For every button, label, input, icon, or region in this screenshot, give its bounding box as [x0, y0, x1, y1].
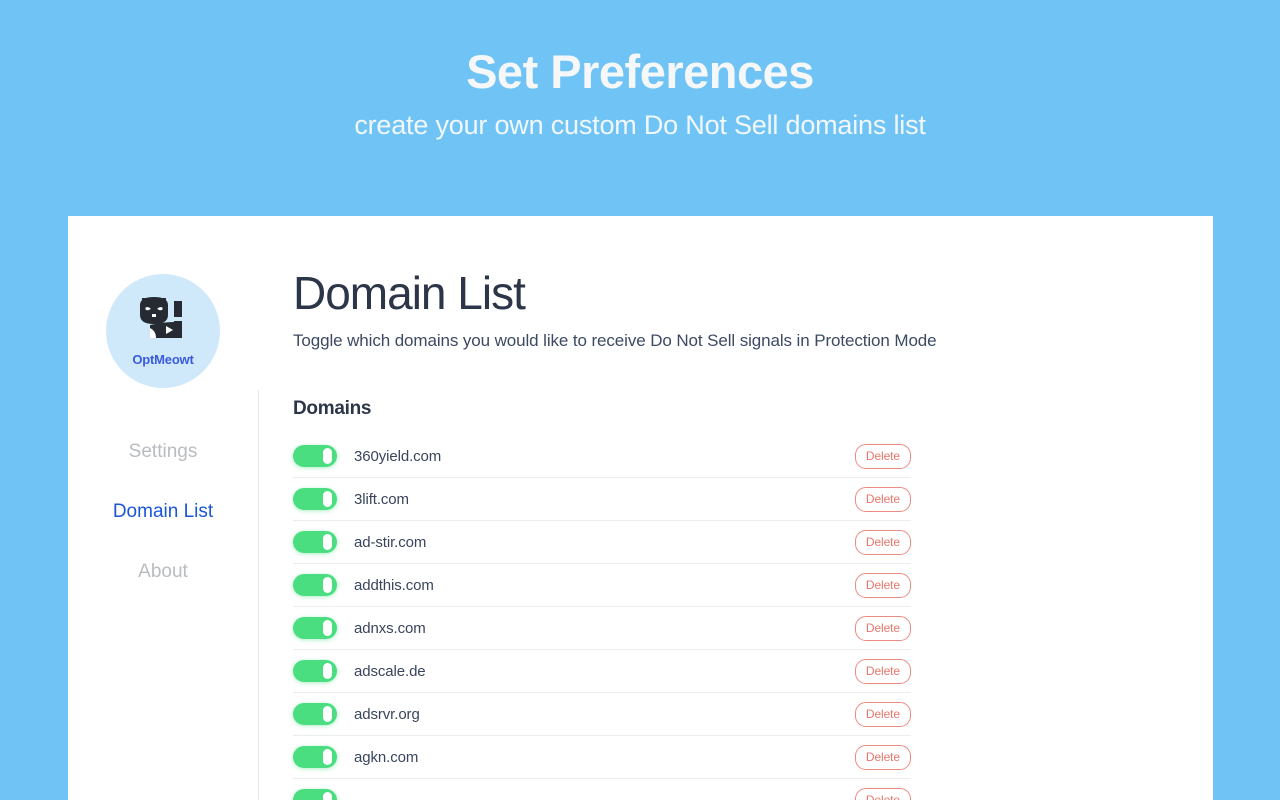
- toggle-knob: [323, 620, 332, 637]
- settings-card: OptMeowt Settings Domain List About Doma…: [68, 216, 1213, 800]
- logo: OptMeowt: [106, 274, 220, 388]
- delete-domain-button[interactable]: Delete: [854, 615, 911, 641]
- toggle-knob: [323, 663, 332, 680]
- domain-name: adscale.de: [354, 662, 426, 680]
- toggle-knob: [323, 491, 332, 508]
- domain-name: adsrvr.org: [354, 705, 420, 723]
- sidebar-divider: [258, 390, 259, 800]
- page-title: Domain List: [293, 267, 526, 319]
- domain-toggle[interactable]: [293, 703, 337, 726]
- toggle-knob: [323, 706, 332, 723]
- domain-list: 360yield.com Delete 3lift.com Delete ad-stir…: [293, 435, 911, 800]
- sidebar-item-about[interactable]: About: [68, 552, 258, 591]
- domain-row: addthis.com Delete: [293, 564, 911, 608]
- domain-row: ad-stir.com Delete: [293, 521, 911, 565]
- domain-name: agkn.com: [354, 748, 419, 766]
- domain-row: 360yield.com Delete: [293, 435, 911, 479]
- domains-section-title: Domains: [293, 398, 372, 420]
- domain-row: 3lift.com Delete: [293, 478, 911, 522]
- sidebar-item-domain-list[interactable]: Domain List: [68, 492, 258, 531]
- toggle-knob: [323, 792, 332, 800]
- domain-name: 360yield.com: [354, 447, 442, 465]
- delete-domain-button[interactable]: Delete: [854, 658, 911, 684]
- delete-domain-button[interactable]: Delete: [854, 443, 911, 469]
- domain-name: ad-stir.com: [354, 533, 427, 551]
- domain-name: 3lift.com: [354, 490, 409, 508]
- domain-toggle[interactable]: [293, 660, 337, 683]
- delete-domain-button[interactable]: Delete: [854, 744, 911, 770]
- delete-domain-button[interactable]: Delete: [854, 572, 911, 598]
- cat-logo-icon: [136, 295, 190, 350]
- toggle-knob: [323, 749, 332, 766]
- domain-toggle[interactable]: [293, 574, 337, 597]
- toggle-knob: [323, 534, 332, 551]
- domain-toggle[interactable]: [293, 531, 337, 554]
- logo-wordmark: OptMeowt: [132, 352, 194, 367]
- domain-toggle[interactable]: [293, 746, 337, 769]
- domain-toggle[interactable]: [293, 617, 337, 640]
- banner-title: Set Preferences: [466, 45, 814, 98]
- sidebar-nav: Settings Domain List About: [68, 432, 258, 591]
- toggle-knob: [323, 577, 332, 594]
- domain-row: adsrvr.org Delete: [293, 693, 911, 737]
- delete-domain-button[interactable]: Delete: [854, 787, 911, 800]
- delete-domain-button[interactable]: Delete: [854, 701, 911, 727]
- page-subtitle: Toggle which domains you would like to r…: [293, 331, 937, 351]
- sidebar: OptMeowt Settings Domain List About: [68, 216, 259, 800]
- domain-toggle[interactable]: [293, 789, 337, 800]
- main-content: Domain List Toggle which domains you wou…: [258, 216, 1213, 800]
- domain-toggle[interactable]: [293, 488, 337, 511]
- domain-row: Delete: [293, 779, 911, 800]
- domain-row: adnxs.com Delete: [293, 607, 911, 651]
- page-banner: Set Preferences create your own custom D…: [0, 0, 1280, 141]
- domain-row: adscale.de Delete: [293, 650, 911, 694]
- toggle-knob: [323, 448, 332, 465]
- delete-domain-button[interactable]: Delete: [854, 529, 911, 555]
- domain-toggle[interactable]: [293, 445, 337, 468]
- domain-name: addthis.com: [354, 576, 434, 594]
- banner-subtitle: create your own custom Do Not Sell domai…: [354, 109, 926, 140]
- domain-row: agkn.com Delete: [293, 736, 911, 780]
- delete-domain-button[interactable]: Delete: [854, 486, 911, 512]
- domain-name: adnxs.com: [354, 619, 426, 637]
- sidebar-item-settings[interactable]: Settings: [68, 432, 258, 471]
